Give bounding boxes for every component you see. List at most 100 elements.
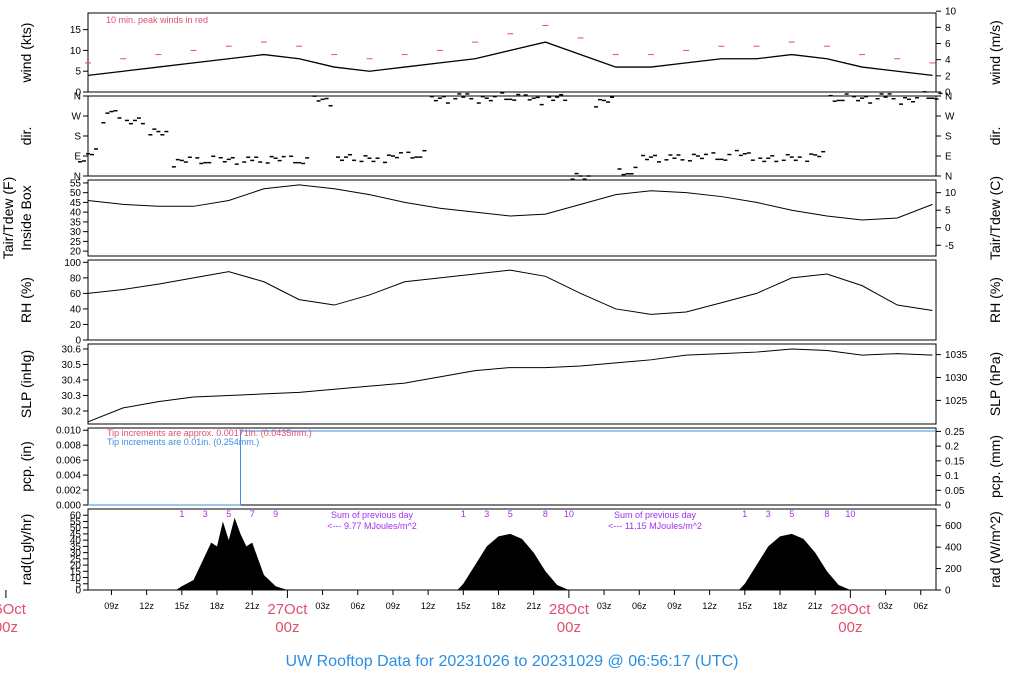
pcp-ytick-right-label: 0 bbox=[945, 501, 951, 512]
rh-panel-frame bbox=[87, 259, 937, 341]
wind-ytick-right-label: 6 bbox=[945, 39, 951, 50]
time-tick-label: 21z bbox=[245, 601, 260, 611]
dir-panel-frame bbox=[87, 95, 937, 177]
wind-ytick-label: 5 bbox=[75, 67, 81, 78]
slp-ytick-label: 30.4 bbox=[62, 375, 82, 386]
solar-hour-label: 8 bbox=[543, 509, 548, 519]
temperature-ytick-right-label: -5 bbox=[945, 241, 954, 252]
wind-ylabel: wind (kts) bbox=[18, 23, 34, 84]
temperature-ytick-right-label: 10 bbox=[945, 188, 957, 199]
wind-ytick-label: 15 bbox=[70, 25, 82, 36]
day-sublabel: 00z bbox=[838, 619, 862, 636]
slp-ylabel-right: SLP (hPa) bbox=[987, 352, 1003, 416]
time-tick-label: 15z bbox=[456, 601, 471, 611]
peak-wind-note: 10 min. peak winds in red bbox=[106, 15, 208, 25]
rh-ytick-label: 20 bbox=[70, 320, 82, 331]
radiation-ylabel-right: rad (W/m^2) bbox=[987, 511, 1003, 588]
daily-sum-value: <--- 11.15 MJoules/m^2 bbox=[608, 521, 702, 531]
solar-hour-label: 5 bbox=[508, 509, 513, 519]
dir-ylabel: dir. bbox=[18, 127, 34, 146]
temperature-ytick-label: 45 bbox=[70, 198, 82, 209]
day-label: 27Oct bbox=[267, 601, 308, 618]
time-tick-label: 15z bbox=[738, 601, 753, 611]
wind-series-line bbox=[87, 41, 933, 77]
dir-ytick-right-label: N bbox=[945, 172, 952, 183]
solar-hour-label: 3 bbox=[484, 509, 489, 519]
dir-ytick-right-label: E bbox=[945, 152, 952, 163]
time-tick-label: 06z bbox=[351, 601, 366, 611]
weather-chart: UW Rooftop Data for 20231026 to 20231029… bbox=[0, 7, 1003, 670]
temperature-ytick-right-label: 0 bbox=[945, 223, 951, 234]
radiation-ytick-right-label: 400 bbox=[945, 543, 962, 554]
time-tick-label: 03z bbox=[315, 601, 330, 611]
time-tick-label: 21z bbox=[526, 601, 541, 611]
temperature-ytick-label: 20 bbox=[70, 247, 82, 258]
temperature-ylabel-right: Tair/Tdew (C) bbox=[987, 176, 1003, 260]
radiation-ytick-right-label: 0 bbox=[945, 586, 951, 597]
time-tick-label: 03z bbox=[597, 601, 612, 611]
temperature-ytick-label: 25 bbox=[70, 237, 82, 248]
dir-ytick-label: E bbox=[74, 152, 81, 163]
solar-hour-label: 10 bbox=[564, 509, 574, 519]
pcp-ytick-label: 0.002 bbox=[56, 486, 81, 497]
solar-hour-label: 5 bbox=[789, 509, 794, 519]
chart-title: UW Rooftop Data for 20231026 to 20231029… bbox=[286, 653, 739, 670]
pcp-ytick-right-label: 0.1 bbox=[945, 471, 959, 482]
slp-panel-frame bbox=[87, 343, 937, 425]
pcp-note-tip: Tip increments are 0.01in. (0.254mm.) bbox=[107, 437, 259, 447]
time-tick-label: 09z bbox=[667, 601, 682, 611]
rh-ylabel-right: RH (%) bbox=[987, 277, 1003, 323]
slp-ytick-label: 30.5 bbox=[62, 360, 82, 371]
temperature-panel-frame bbox=[87, 179, 937, 257]
wind-ytick-right-label: 2 bbox=[945, 71, 951, 82]
pcp-ytick-label: 0.006 bbox=[56, 456, 81, 467]
daily-sum-label: Sum of previous day bbox=[614, 510, 697, 520]
pcp-ytick-right-label: 0.05 bbox=[945, 486, 965, 497]
solar-hour-label: 5 bbox=[226, 509, 231, 519]
rh-ylabel: RH (%) bbox=[18, 277, 34, 323]
solar-hour-label: 3 bbox=[766, 509, 771, 519]
pcp-ylabel-right: pcp. (mm) bbox=[987, 435, 1003, 498]
day-sublabel: 00z bbox=[0, 619, 18, 636]
slp-ylabel: SLP (inHg) bbox=[18, 350, 34, 418]
daily-sum-label: Sum of previous day bbox=[331, 510, 414, 520]
dir-ytick-right-label: S bbox=[945, 132, 952, 143]
pcp-ytick-right-label: 0.15 bbox=[945, 456, 965, 467]
temperature-ytick-right-label: 5 bbox=[945, 206, 951, 217]
solar-hour-label: 1 bbox=[461, 509, 466, 519]
pcp-ytick-right-label: 0.2 bbox=[945, 442, 959, 453]
day-label: 26Oct bbox=[0, 601, 27, 618]
pcp-ylabel: pcp. (in) bbox=[18, 441, 34, 492]
daily-sum-value: <--- 9.77 MJoules/m^2 bbox=[327, 521, 417, 531]
wind-ytick-right-label: 4 bbox=[945, 55, 951, 66]
slp-ytick-label: 30.3 bbox=[62, 391, 82, 402]
time-tick-label: 09z bbox=[386, 601, 401, 611]
radiation-ytick-label: 60 bbox=[70, 511, 82, 522]
radiation-area bbox=[88, 517, 863, 590]
slp-ytick-right-label: 1035 bbox=[945, 350, 968, 361]
day-label: 28Oct bbox=[549, 601, 590, 618]
time-tick-label: 09z bbox=[104, 601, 119, 611]
solar-hour-label: 8 bbox=[824, 509, 829, 519]
solar-hour-label: 3 bbox=[203, 509, 208, 519]
pcp-ytick-label: 0.004 bbox=[56, 471, 81, 482]
rh-ytick-label: 80 bbox=[70, 273, 82, 284]
dir-ytick-label: W bbox=[72, 112, 82, 123]
pcp-ytick-right-label: 0.25 bbox=[945, 427, 965, 438]
time-tick-label: 18z bbox=[210, 601, 225, 611]
slp-ytick-right-label: 1025 bbox=[945, 396, 968, 407]
time-tick-label: 12z bbox=[421, 601, 436, 611]
temperature-ytick-label: 30 bbox=[70, 227, 82, 238]
dir-ytick-label: N bbox=[74, 92, 81, 103]
time-tick-label: 03z bbox=[878, 601, 893, 611]
rh-ytick-label: 40 bbox=[70, 304, 82, 315]
time-tick-label: 18z bbox=[773, 601, 788, 611]
temperature-ytick-label: 55 bbox=[70, 178, 82, 189]
radiation-ylabel: rad(Lgly/hr) bbox=[18, 514, 34, 586]
solar-hour-label: 10 bbox=[845, 509, 855, 519]
dir-ytick-right-label: W bbox=[945, 112, 955, 123]
temperature-ylabel: Tair/Tdew (F) bbox=[0, 177, 16, 259]
time-tick-label: 15z bbox=[175, 601, 190, 611]
temperature-ytick-label: 35 bbox=[70, 217, 82, 228]
time-tick-label: 06z bbox=[632, 601, 647, 611]
